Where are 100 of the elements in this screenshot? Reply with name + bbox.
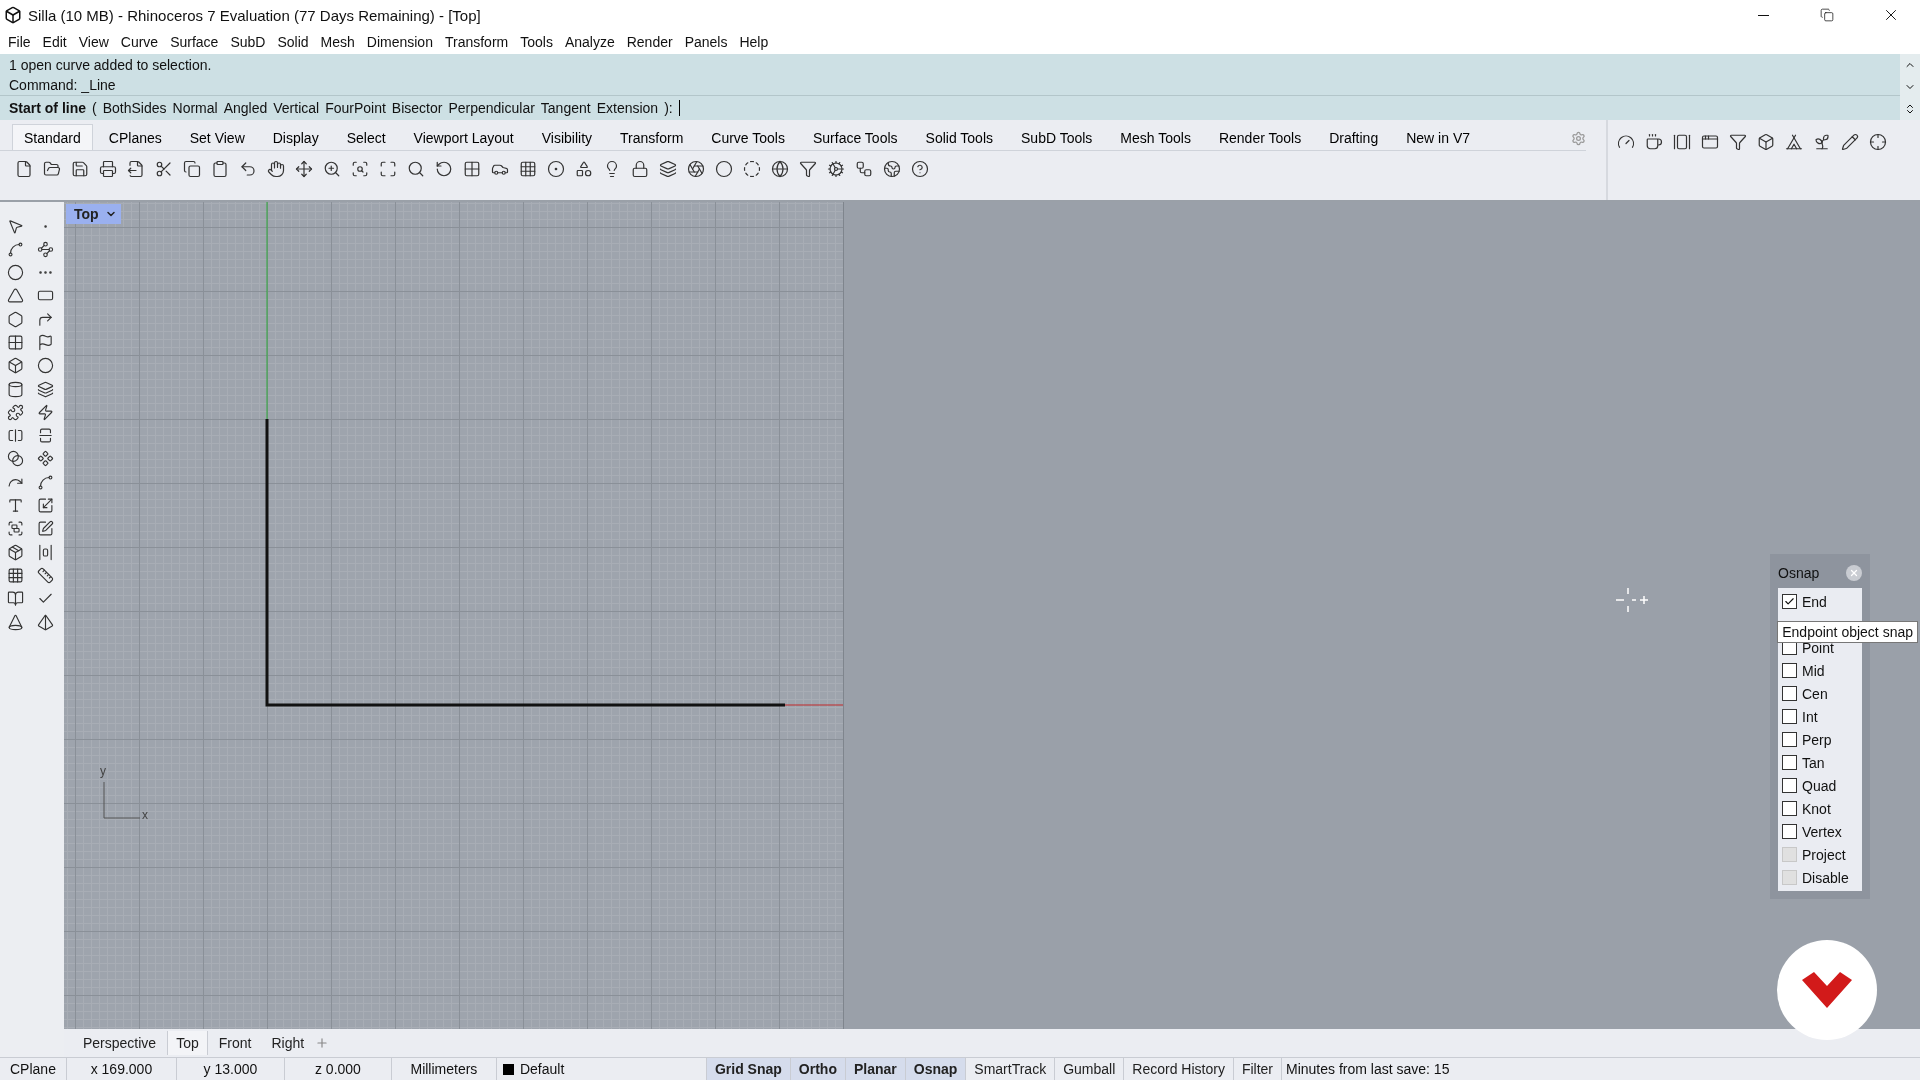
checkbox-label: Knot — [1802, 800, 1831, 817]
command-option[interactable]: Tangent — [540, 100, 591, 116]
toolbar-tab[interactable]: Surface Tools — [801, 124, 910, 150]
viewport-tab[interactable]: Front — [209, 1031, 261, 1055]
checkbox[interactable] — [1782, 686, 1797, 701]
menu-item[interactable]: Tools — [514, 34, 559, 50]
menu-item[interactable]: Curve — [114, 34, 165, 50]
toolbar-tab[interactable]: Curve Tools — [699, 124, 797, 150]
status-toggle[interactable]: Filter — [1233, 1058, 1282, 1080]
menu-item[interactable]: Render — [620, 34, 679, 50]
text-cursor — [678, 100, 680, 116]
close-button[interactable] — [1846, 565, 1862, 581]
command-history-line: Command: _Line — [9, 75, 117, 95]
command-option[interactable]: Vertical — [273, 100, 320, 116]
menu-item[interactable]: Edit — [36, 34, 73, 50]
toolbar-tab[interactable]: SubD Tools — [1009, 124, 1105, 150]
status-message: Minutes from last save: 15 — [1285, 1060, 1450, 1079]
toolbar-tab[interactable]: New in V7 — [1394, 124, 1482, 150]
menu-item[interactable]: File — [2, 34, 37, 50]
status-toggle[interactable]: SmartTrack — [966, 1058, 1056, 1080]
menu-item[interactable]: Surface — [164, 34, 225, 50]
checkbox-label: Mid — [1802, 662, 1825, 679]
toolbar-tab[interactable]: Visibility — [529, 124, 605, 150]
checkbox-label: Int — [1802, 708, 1818, 725]
checkbox[interactable] — [1782, 755, 1797, 770]
check-icon — [1784, 596, 1795, 607]
status-toggle[interactable]: Osnap — [905, 1058, 967, 1080]
checkbox[interactable] — [1782, 732, 1797, 747]
toolbar-tab[interactable]: Solid Tools — [913, 124, 1005, 150]
checkbox-label: Quad — [1802, 777, 1837, 794]
viewport-tab[interactable]: Top — [167, 1031, 208, 1055]
checkbox[interactable] — [1782, 709, 1797, 724]
toolbar-tab[interactable]: Drafting — [1317, 124, 1391, 150]
checkbox-label: End — [1802, 593, 1827, 610]
checkbox[interactable] — [1782, 778, 1797, 793]
axis-label: x — [142, 808, 148, 822]
command-history-line: 1 open curve added to selection. — [9, 55, 213, 75]
checkbox[interactable] — [1782, 594, 1797, 609]
status-toggle[interactable]: Record History — [1124, 1058, 1234, 1080]
status-toggle[interactable]: Gumball — [1055, 1058, 1125, 1080]
viewport-tab[interactable]: Perspective — [74, 1031, 166, 1055]
toolbar-tab[interactable]: Standard — [12, 124, 93, 150]
toolbar-tab[interactable]: Mesh Tools — [1108, 124, 1203, 150]
menu-item[interactable]: Help — [733, 34, 775, 50]
checkbox-label: Perp — [1802, 731, 1832, 748]
toolbar-tab[interactable]: Select — [334, 124, 398, 150]
command-option[interactable]: Extension — [596, 100, 659, 116]
checkbox[interactable] — [1782, 824, 1797, 839]
menu-item[interactable]: Dimension — [360, 34, 439, 50]
checkbox[interactable] — [1782, 663, 1797, 678]
toolbar-tab[interactable]: Render Tools — [1206, 124, 1314, 150]
menu-item[interactable]: Mesh — [314, 34, 361, 50]
toolbar-tab[interactable]: Set View — [177, 124, 257, 150]
checkbox-label: Vertex — [1802, 823, 1842, 840]
command-prompt: Start of line — [9, 100, 86, 116]
toolbar-tab[interactable]: Display — [260, 124, 331, 150]
command-option[interactable]: Angled — [223, 100, 268, 116]
viewport-tab[interactable]: Right — [262, 1031, 314, 1055]
command-option[interactable]: Bisector — [391, 100, 443, 116]
panel-title: Osnap — [1778, 565, 1820, 581]
axis-label: y — [100, 764, 106, 778]
toolbar-tab[interactable]: Transform — [608, 124, 696, 150]
command-option[interactable]: Normal — [172, 100, 218, 116]
menu-item[interactable]: View — [72, 34, 115, 50]
checkbox-label: Project — [1802, 846, 1846, 863]
menu-item[interactable]: SubD — [224, 34, 272, 50]
tooltip: Endpoint object snap — [1777, 621, 1918, 643]
spinner-icon[interactable] — [1904, 103, 1916, 115]
axis-icon — [103, 781, 141, 819]
status-cell: x 169.000 — [66, 1058, 177, 1080]
command-option[interactable]: Perpendicular — [448, 100, 535, 116]
toolbar-tab[interactable]: Viewport Layout — [401, 124, 526, 150]
menu-item[interactable]: Solid — [271, 34, 315, 50]
checkbox-label: Tan — [1802, 754, 1825, 771]
viewport-title[interactable]: Top — [66, 204, 121, 224]
status-cell: Millimeters — [391, 1058, 497, 1080]
toolbar-tab[interactable]: CPlanes — [96, 124, 174, 150]
app-logo-icon — [4, 6, 22, 24]
status-toggle[interactable]: Ortho — [790, 1058, 846, 1080]
close-paren: ): — [664, 100, 673, 116]
checkbox-label: Cen — [1802, 685, 1828, 702]
x-axis-line — [784, 704, 843, 706]
viewport-grid[interactable]: Top y x — [64, 202, 844, 1029]
status-cell: CPlane — [0, 1058, 67, 1080]
minimize-icon — [1757, 14, 1769, 16]
menu-item[interactable]: Panels — [678, 34, 734, 50]
checkbox[interactable] — [1782, 801, 1797, 816]
menu-item[interactable]: Analyze — [558, 34, 621, 50]
window-title: Silla (10 MB) - Rhinoceros 7 Evaluation (77 Days Remaining) - [Top] — [28, 6, 482, 24]
command-option[interactable]: FourPoint — [325, 100, 386, 116]
open-paren: ( — [92, 100, 97, 116]
command-option[interactable]: BothSides — [102, 100, 167, 116]
status-toggle[interactable]: Planar — [845, 1058, 906, 1080]
checkbox-label: Disable — [1802, 869, 1849, 886]
status-cell: y 13.000 — [176, 1058, 285, 1080]
status-cell: z 0.000 — [284, 1058, 392, 1080]
status-toggle[interactable]: Grid Snap — [706, 1058, 791, 1080]
menu-item[interactable]: Transform — [438, 34, 515, 50]
restore-icon — [1820, 8, 1834, 22]
layer-field[interactable]: Default — [496, 1058, 707, 1080]
